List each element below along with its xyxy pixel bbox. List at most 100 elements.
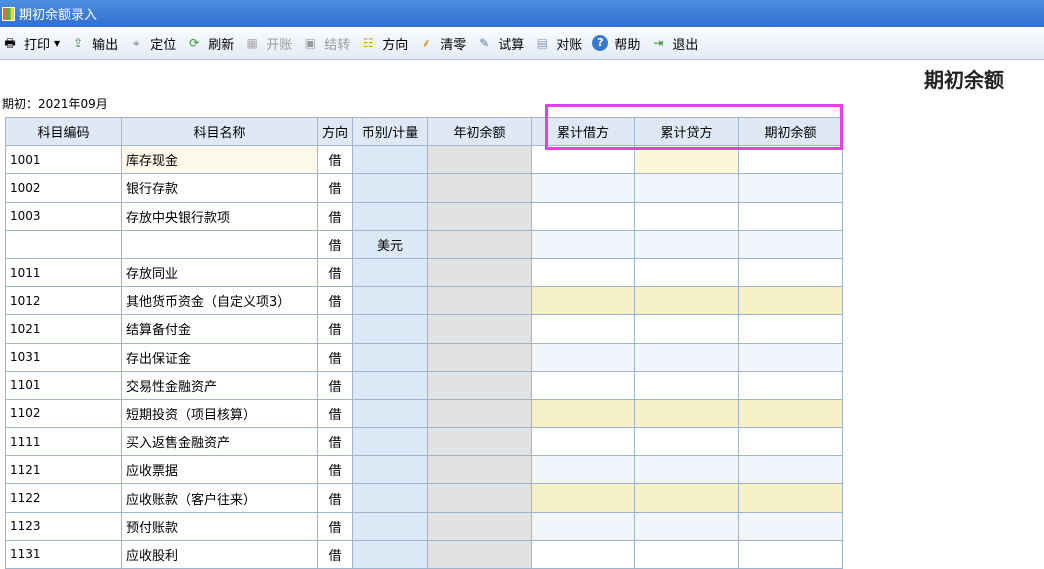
table-row[interactable]: 1111 买入返售金融资产 借 [5, 427, 844, 457]
cell-direction[interactable]: 借 [316, 201, 354, 231]
cell-opening-balance[interactable] [738, 427, 844, 457]
help-button[interactable]: ? 帮助 [592, 31, 640, 55]
cell-debit-total[interactable] [531, 286, 636, 316]
cell-direction[interactable]: 借 [316, 370, 354, 400]
table-row[interactable]: 1011 存放同业 借 [5, 257, 844, 288]
cell-debit-total[interactable] [531, 173, 636, 203]
cell-code[interactable] [5, 229, 122, 259]
cell-currency[interactable] [352, 342, 429, 372]
carry-forward-button[interactable]: ▣ 结转 [302, 31, 351, 55]
col-header-credit-total[interactable]: 累计贷方 [634, 116, 740, 147]
cell-currency[interactable] [352, 511, 429, 541]
cell-name[interactable]: 买入返售金融资产 [121, 427, 318, 457]
col-header-name[interactable]: 科目名称 [121, 116, 318, 147]
cell-credit-total[interactable] [634, 173, 740, 203]
cell-code[interactable]: 1021 [5, 314, 122, 344]
trial-balance-button[interactable]: ✎ 试算 [476, 31, 524, 55]
cell-name[interactable]: 存放同业 [121, 257, 318, 288]
col-header-direction[interactable]: 方向 [316, 116, 354, 147]
table-row[interactable]: 1101 交易性金融资产 借 [5, 370, 844, 400]
cell-debit-total[interactable] [531, 314, 636, 344]
cell-currency[interactable]: 美元 [352, 229, 429, 259]
cell-name[interactable] [121, 229, 318, 259]
cell-opening-balance[interactable] [738, 342, 844, 372]
cell-credit-total[interactable] [634, 314, 740, 344]
cell-name[interactable]: 库存现金 [121, 145, 318, 175]
cell-debit-total[interactable] [531, 342, 636, 372]
cell-name[interactable]: 存放中央银行款项 [121, 201, 318, 231]
table-row[interactable]: 1031 存出保证金 借 [5, 342, 844, 372]
cell-credit-total[interactable] [634, 229, 740, 259]
cell-debit-total[interactable] [531, 370, 636, 400]
cell-credit-total[interactable] [634, 539, 740, 569]
cell-opening-balance[interactable] [738, 173, 844, 203]
cell-currency[interactable] [352, 201, 429, 231]
locate-button[interactable]: ⌖ 定位 [128, 31, 176, 55]
cell-opening-balance[interactable] [738, 286, 844, 316]
cell-currency[interactable] [352, 145, 429, 175]
cell-debit-total[interactable] [531, 398, 636, 429]
cell-currency[interactable] [352, 398, 429, 429]
cell-direction[interactable]: 借 [316, 173, 354, 203]
cell-code[interactable]: 1003 [5, 201, 122, 231]
cell-code[interactable]: 1131 [5, 539, 122, 569]
cell-code[interactable]: 1101 [5, 370, 122, 400]
cell-code[interactable]: 1122 [5, 483, 122, 513]
cell-credit-total[interactable] [634, 398, 740, 429]
table-row[interactable]: 1002 银行存款 借 [5, 173, 844, 203]
cell-direction[interactable]: 借 [316, 398, 354, 429]
cell-direction[interactable]: 借 [316, 286, 354, 316]
cell-name[interactable]: 应收股利 [121, 539, 318, 569]
cell-name[interactable]: 交易性金融资产 [121, 370, 318, 400]
cell-currency[interactable] [352, 257, 429, 288]
cell-currency[interactable] [352, 370, 429, 400]
cell-direction[interactable]: 借 [316, 483, 354, 513]
cell-direction[interactable]: 借 [316, 511, 354, 541]
cell-credit-total[interactable] [634, 370, 740, 400]
cell-code[interactable]: 1002 [5, 173, 122, 203]
cell-name[interactable]: 结算备付金 [121, 314, 318, 344]
cell-currency[interactable] [352, 314, 429, 344]
table-row[interactable]: 借 美元 [5, 229, 844, 259]
cell-name[interactable]: 银行存款 [121, 173, 318, 203]
cell-currency[interactable] [352, 455, 429, 485]
chevron-down-icon[interactable]: ▼ [54, 39, 60, 48]
refresh-button[interactable]: ⟳ 刷新 [186, 31, 234, 55]
open-ledger-button[interactable]: ▦ 开账 [244, 31, 293, 55]
cell-code[interactable]: 1011 [5, 257, 122, 288]
cell-code[interactable]: 1012 [5, 286, 122, 316]
exit-button[interactable]: ⇥ 退出 [650, 31, 698, 55]
cell-debit-total[interactable] [531, 145, 636, 175]
reconcile-button[interactable]: ▤ 对账 [534, 31, 583, 55]
cell-currency[interactable] [352, 173, 429, 203]
cell-code[interactable]: 1001 [5, 145, 122, 175]
table-row[interactable]: 1121 应收票据 借 [5, 455, 844, 485]
table-row[interactable]: 1102 短期投资（项目核算） 借 [5, 398, 844, 429]
cell-debit-total[interactable] [531, 201, 636, 231]
table-row[interactable]: 1122 应收账款（客户往来） 借 [5, 483, 844, 513]
cell-credit-total[interactable] [634, 257, 740, 288]
cell-debit-total[interactable] [531, 257, 636, 288]
cell-direction[interactable]: 借 [316, 539, 354, 569]
table-row[interactable]: 1021 结算备付金 借 [5, 314, 844, 344]
cell-name[interactable]: 应收票据 [121, 455, 318, 485]
col-header-opening-balance[interactable]: 期初余额 [738, 116, 844, 147]
cell-opening-balance[interactable] [738, 539, 844, 569]
cell-code[interactable]: 1121 [5, 455, 122, 485]
cell-code[interactable]: 1031 [5, 342, 122, 372]
table-row[interactable]: 1003 存放中央银行款项 借 [5, 201, 844, 231]
cell-name[interactable]: 应收账款（客户往来） [121, 483, 318, 513]
cell-name[interactable]: 存出保证金 [121, 342, 318, 372]
cell-opening-balance[interactable] [738, 229, 844, 259]
cell-code[interactable]: 1111 [5, 427, 122, 457]
cell-currency[interactable] [352, 286, 429, 316]
col-header-year-opening[interactable]: 年初余额 [427, 116, 533, 147]
cell-credit-total-active[interactable] [634, 145, 740, 175]
cell-opening-balance[interactable] [738, 455, 844, 485]
cell-opening-balance[interactable] [738, 145, 844, 175]
cell-name[interactable]: 预付账款 [121, 511, 318, 541]
cell-currency[interactable] [352, 483, 429, 513]
cell-direction[interactable]: 借 [316, 145, 354, 175]
cell-credit-total[interactable] [634, 342, 740, 372]
cell-debit-total[interactable] [531, 511, 636, 541]
